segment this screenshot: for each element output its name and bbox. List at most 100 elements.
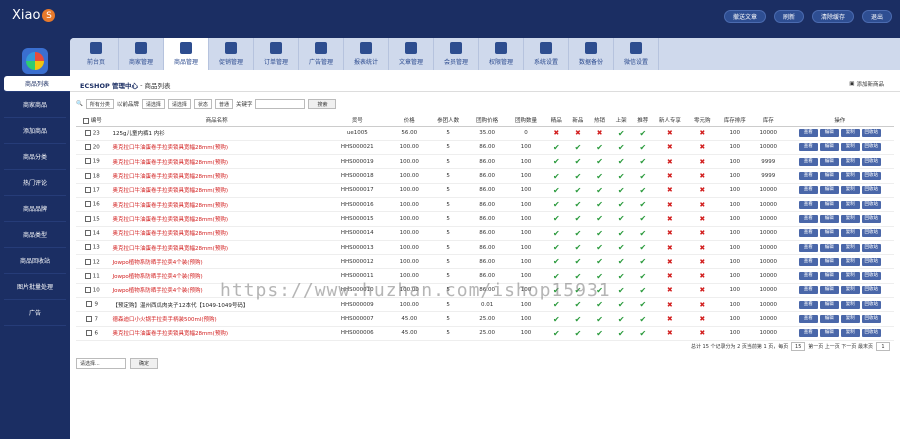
check-icon[interactable]: ✔ [639,329,646,338]
action-button-0[interactable]: 查看 [798,186,818,195]
action-button-0[interactable]: 查看 [798,315,818,323]
action-button-0[interactable]: 查看 [798,300,818,309]
check-icon[interactable]: ✔ [596,186,603,195]
action-button-2[interactable]: 复制 [840,229,860,238]
action-button-3[interactable]: 回收站 [861,272,881,281]
flag-cell[interactable]: ✔ [632,211,654,227]
action-button-3[interactable]: 回收站 [861,172,881,181]
sidebar-item-7[interactable]: 商品回收站 [4,248,66,274]
action-button-0[interactable]: 查看 [798,329,818,338]
action-button-1[interactable]: 编辑 [819,257,839,266]
flag-cell[interactable]: ✔ [567,140,589,156]
flag-cell[interactable]: ✖ [653,254,687,270]
action-button-3[interactable]: 回收站 [861,157,881,166]
promo-select[interactable]: 请选择 [167,99,191,109]
row-checkbox[interactable] [86,315,93,322]
cross-icon[interactable]: ✖ [699,258,705,266]
flag-cell[interactable]: ✔ [632,326,654,341]
check-icon[interactable]: ✔ [553,300,560,309]
tab-8[interactable]: 会员管理 [434,38,479,70]
row-checkbox[interactable] [84,215,91,222]
action-button-1[interactable]: 编辑 [819,243,839,252]
sidebar-item-9[interactable]: 广告 [4,300,66,326]
goods-name[interactable]: 奥克拉口牛油蛋卷手拉卖锁具宽幅28mm(预购) [108,154,325,170]
action-button-1[interactable]: 编辑 [819,172,839,181]
goods-name[interactable]: Jowpo植物系防晒手拉卖4个装(预购) [108,254,325,270]
flag-cell[interactable]: ✔ [588,226,611,241]
check-icon[interactable]: ✔ [639,300,646,309]
action-button-3[interactable]: 回收站 [861,214,881,223]
sidebar-item-5[interactable]: 商品品牌 [4,196,66,222]
flag-cell[interactable]: ✔ [545,311,568,327]
status-select[interactable]: 状态 [193,99,212,109]
action-button-2[interactable]: 复制 [840,257,860,266]
goods-name[interactable]: 奥克拉口牛油蛋卷手拉卖锁具宽幅28mm(预购) [108,197,325,213]
check-icon[interactable]: ✔ [639,214,646,223]
action-button-3[interactable]: 回收站 [861,229,881,238]
action-button-3[interactable]: 回收站 [861,286,881,295]
row-checkbox[interactable] [84,229,91,236]
sidebar-item-8[interactable]: 图片批量处理 [4,274,66,300]
flag-cell[interactable]: ✖ [653,211,687,227]
flag-cell[interactable]: ✔ [567,311,589,327]
flag-cell[interactable]: ✔ [610,283,632,299]
pager-nav[interactable]: 第一页 上一页 下一页 最末页 [808,343,873,350]
row-checkbox[interactable] [84,201,91,208]
action-button-0[interactable]: 查看 [798,200,818,209]
goods-name[interactable]: 125g儿童内裤1 内衫 [108,126,325,141]
check-icon[interactable]: ✔ [618,172,625,181]
cross-icon[interactable]: ✖ [699,186,705,194]
flag-cell[interactable]: ✔ [588,168,611,184]
batch-confirm-button[interactable]: 确定 [130,358,158,369]
cross-icon[interactable]: ✖ [699,315,705,323]
check-icon[interactable]: ✔ [639,257,646,266]
check-icon[interactable]: ✔ [596,214,603,223]
breadcrumb-root[interactable]: ECSHOP 管理中心 [80,80,138,90]
flag-cell[interactable]: ✔ [567,197,589,213]
flag-cell[interactable]: ✔ [545,154,568,170]
cross-icon[interactable]: ✖ [667,315,673,323]
flag-cell[interactable]: ✖ [653,168,687,184]
check-icon[interactable]: ✔ [575,229,582,238]
action-button-1[interactable]: 编辑 [819,157,839,166]
action-button-3[interactable]: 回收站 [861,300,881,309]
check-icon[interactable]: ✔ [553,143,560,152]
flag-cell[interactable]: ✖ [653,240,687,256]
sidebar-item-0[interactable]: 商品列表 [4,76,70,92]
check-icon[interactable]: ✔ [553,186,560,195]
check-icon[interactable]: ✔ [618,129,625,138]
sidebar-item-2[interactable]: 添加商品 [4,118,66,144]
action-button-0[interactable]: 查看 [798,129,818,138]
flag-cell[interactable]: ✔ [567,326,589,341]
flag-cell[interactable]: ✔ [610,254,632,270]
action-button-0[interactable]: 查看 [798,243,818,252]
goods-name[interactable]: 奥克拉口牛油蛋卷手拉卖锁具宽幅28mm(预购) [108,140,325,156]
flag-cell[interactable]: ✔ [610,168,632,184]
check-icon[interactable]: ✔ [575,143,582,152]
check-icon[interactable]: ✔ [618,243,625,252]
action-button-1[interactable]: 编辑 [819,329,839,338]
check-icon[interactable]: ✔ [553,229,560,238]
flag-cell[interactable]: ✔ [545,326,568,341]
check-icon[interactable]: ✔ [596,157,603,166]
flag-cell[interactable]: ✔ [610,154,632,170]
row-checkbox[interactable] [84,144,91,151]
flag-cell[interactable]: ✔ [632,297,654,313]
flag-cell[interactable]: ✖ [686,297,719,313]
check-icon[interactable]: ✔ [639,286,646,295]
flag-cell[interactable]: ✖ [588,126,611,141]
cross-icon[interactable]: ✖ [553,129,559,137]
check-icon[interactable]: ✔ [553,214,560,223]
check-icon[interactable]: ✔ [575,214,582,223]
goods-name[interactable]: 德森迪口小火锅手拉卖手柄装500ml(预购) [108,311,325,327]
type-select[interactable]: 普通 [214,99,233,109]
flag-cell[interactable]: ✔ [632,168,654,184]
row-checkbox[interactable] [84,272,91,279]
flag-cell[interactable]: ✔ [632,240,654,256]
check-icon[interactable]: ✔ [553,243,560,252]
flag-cell[interactable]: ✔ [610,226,632,241]
row-checkbox[interactable] [84,172,91,179]
row-checkbox[interactable] [84,258,91,265]
action-button-3[interactable]: 回收站 [861,129,881,138]
action-button-2[interactable]: 复制 [840,272,860,281]
